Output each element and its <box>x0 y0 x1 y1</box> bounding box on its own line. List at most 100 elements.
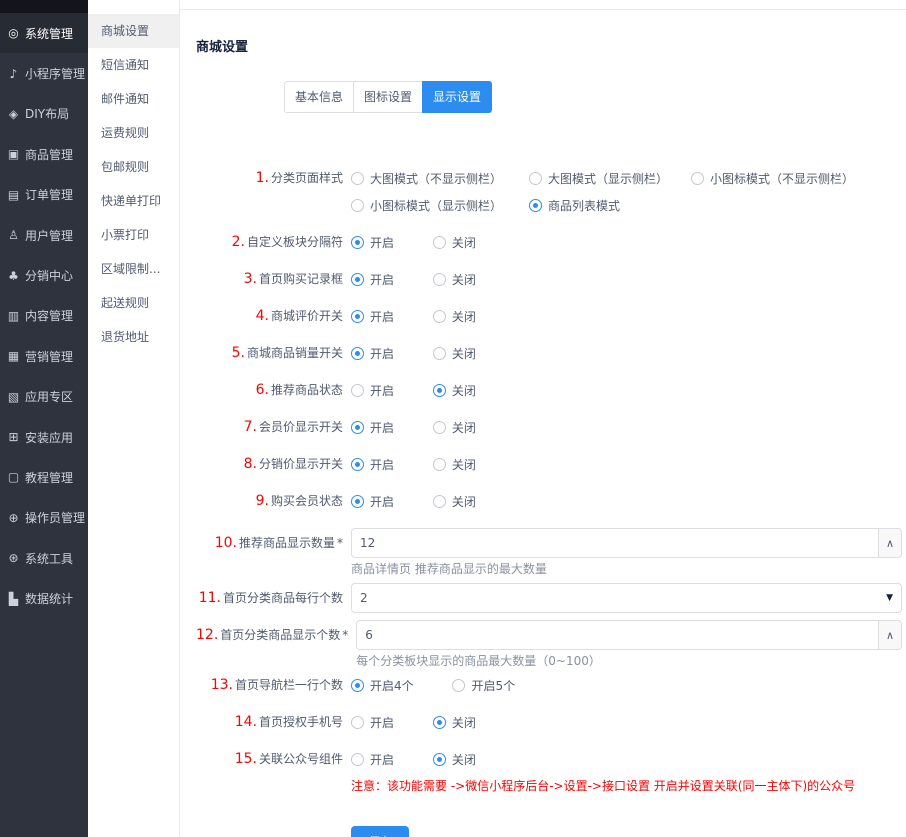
sidebar-item-install[interactable]: ⊞安装应用 <box>0 417 88 457</box>
tab-basic-info[interactable]: 基本信息 <box>284 81 354 113</box>
category-display-count-input[interactable]: 6 ∧ <box>356 620 902 650</box>
sidebar-item-tools[interactable]: ⊛系统工具 <box>0 538 88 578</box>
radio-option-off[interactable]: 关闭 <box>433 491 476 511</box>
radio-option-list-mode[interactable]: 商品列表模式 <box>529 195 691 215</box>
radio-icon <box>433 236 446 249</box>
radio-icon <box>529 172 542 185</box>
radio-option-small-no-sidebar[interactable]: 小图标模式（不显示侧栏） <box>691 168 902 188</box>
settings-icon: ◎ <box>6 26 21 40</box>
radio-option-on[interactable]: 开启 <box>351 306 394 326</box>
radio-option-off[interactable]: 关闭 <box>433 232 476 252</box>
submenu-item-freight[interactable]: 运费规则 <box>88 116 179 150</box>
radio-option-on[interactable]: 开启 <box>351 491 394 511</box>
tab-icon-settings[interactable]: 图标设置 <box>353 81 423 113</box>
sidebar-item-operator[interactable]: ⊕操作员管理 <box>0 498 88 538</box>
radio-option-big-no-sidebar[interactable]: 大图模式（不显示侧栏） <box>351 168 529 188</box>
field-label: 商城商品销量开关 <box>247 346 343 360</box>
recommend-count-input[interactable]: 12 ∧ <box>351 528 902 558</box>
radio-option-on[interactable]: 开启 <box>351 343 394 363</box>
radio-icon <box>351 199 364 212</box>
field-label: 推荐商品状态 <box>271 383 343 397</box>
operator-icon: ⊕ <box>6 511 21 525</box>
radio-option-off[interactable]: 关闭 <box>433 749 476 769</box>
row-official-account: 15.关联公众号组件 开启 关闭 注意：该功能需要 ->微信小程序后台->设置-… <box>196 749 902 795</box>
apps-icon: ▧ <box>6 390 21 404</box>
radio-option-on[interactable]: 开启 <box>351 269 394 289</box>
sidebar-item-tutorial[interactable]: ▢教程管理 <box>0 457 88 497</box>
spinner-up-icon[interactable]: ∧ <box>878 529 901 557</box>
sub-sidebar: 商城设置 短信通知 邮件通知 运费规则 包邮规则 快递单打印 小票打印 区域限制… <box>88 0 180 837</box>
annotation-number: 8. <box>244 456 257 472</box>
field-label: 购买会员状态 <box>271 494 343 508</box>
sidebar-item-miniprogram[interactable]: ♪小程序管理 <box>0 53 88 93</box>
radio-icon <box>351 679 364 692</box>
radio-option-off[interactable]: 关闭 <box>433 380 476 400</box>
radio-option-off[interactable]: 关闭 <box>433 269 476 289</box>
row-sales-switch: 5.商城商品销量开关 开启 关闭 <box>196 343 902 363</box>
radio-option-small-sidebar[interactable]: 小图标模式（显示侧栏） <box>351 195 529 215</box>
sidebar-item-content[interactable]: ▥内容管理 <box>0 296 88 336</box>
radio-option-on[interactable]: 开启 <box>351 712 394 732</box>
sidebar-item-statistics[interactable]: ▙数据统计 <box>0 578 88 618</box>
required-mark: * <box>337 536 343 550</box>
submenu-item-return-address[interactable]: 退货地址 <box>88 320 179 354</box>
row-nav-per-line: 13.首页导航栏一行个数 开启4个 开启5个 <box>196 675 902 695</box>
submenu-item-min-delivery[interactable]: 起送规则 <box>88 286 179 320</box>
sidebar-item-diy[interactable]: ◈DIY布局 <box>0 94 88 134</box>
submenu-item-shop-settings[interactable]: 商城设置 <box>88 14 179 48</box>
radio-option-on[interactable]: 开启 <box>351 380 394 400</box>
category-per-line-select[interactable]: 2 ▼ <box>351 583 902 613</box>
radio-icon <box>351 273 364 286</box>
miniprogram-icon: ♪ <box>6 67 21 81</box>
row-category-per-line: 11.首页分类商品每行个数 2 ▼ <box>196 583 902 613</box>
radio-icon <box>351 495 364 508</box>
sidebar-item-system[interactable]: ◎系统管理 <box>0 13 88 53</box>
radio-option-on[interactable]: 开启 <box>351 749 394 769</box>
radio-option-off[interactable]: 关闭 <box>433 417 476 437</box>
field-label: 分类页面样式 <box>271 171 343 185</box>
tab-display-settings[interactable]: 显示设置 <box>422 81 492 113</box>
radio-option-off[interactable]: 关闭 <box>433 306 476 326</box>
install-icon: ⊞ <box>6 430 21 444</box>
radio-option-on[interactable]: 开启 <box>351 232 394 252</box>
sidebar-item-goods[interactable]: ▣商品管理 <box>0 134 88 174</box>
sidebar-item-distribution[interactable]: ♣分销中心 <box>0 255 88 295</box>
radio-option-off[interactable]: 关闭 <box>433 454 476 474</box>
radio-icon <box>433 421 446 434</box>
radio-option-5-per-line[interactable]: 开启5个 <box>452 675 515 695</box>
radio-option-off[interactable]: 关闭 <box>433 712 476 732</box>
sidebar-item-apps[interactable]: ▧应用专区 <box>0 377 88 417</box>
row-review-switch: 4.商城评价开关 开启 关闭 <box>196 306 902 326</box>
radio-option-big-sidebar[interactable]: 大图模式（显示侧栏） <box>529 168 691 188</box>
radio-option-on[interactable]: 开启 <box>351 417 394 437</box>
sidebar-item-orders[interactable]: ▤订单管理 <box>0 175 88 215</box>
row-purchase-record: 3.首页购买记录框 开启 关闭 <box>196 269 902 289</box>
radio-icon <box>433 753 446 766</box>
annotation-number: 2. <box>232 234 245 250</box>
submenu-item-email[interactable]: 邮件通知 <box>88 82 179 116</box>
top-bar <box>180 0 906 10</box>
users-icon: ♙ <box>6 228 21 242</box>
submenu-item-region-limit[interactable]: 区域限制... <box>88 252 179 286</box>
annotation-number: 14. <box>235 714 257 730</box>
row-buy-member-status: 9.购买会员状态 开启 关闭 <box>196 491 902 511</box>
annotation-number: 3. <box>244 271 257 287</box>
sidebar-item-users[interactable]: ♙用户管理 <box>0 215 88 255</box>
field-label: 商城评价开关 <box>271 309 343 323</box>
submenu-item-receipt-print[interactable]: 小票打印 <box>88 218 179 252</box>
sidebar-item-marketing[interactable]: ▦营销管理 <box>0 336 88 376</box>
radio-option-off[interactable]: 关闭 <box>433 343 476 363</box>
submenu-item-free-shipping[interactable]: 包邮规则 <box>88 150 179 184</box>
radio-option-on[interactable]: 开启 <box>351 454 394 474</box>
radio-icon <box>351 716 364 729</box>
row-category-page-style: 1.分类页面样式 大图模式（不显示侧栏） 大图模式（显示侧栏） 小图标模式（不显… <box>196 168 902 215</box>
radio-option-4-per-line[interactable]: 开启4个 <box>351 675 414 695</box>
field-label: 自定义板块分隔符 <box>247 235 343 249</box>
submenu-item-waybill-print[interactable]: 快递单打印 <box>88 184 179 218</box>
annotation-number: 1. <box>256 170 269 186</box>
field-label: 推荐商品显示数量 <box>239 536 335 550</box>
spinner-up-icon[interactable]: ∧ <box>878 621 901 649</box>
field-label: 会员价显示开关 <box>259 420 343 434</box>
save-button[interactable]: 保存 <box>351 826 409 837</box>
submenu-item-sms[interactable]: 短信通知 <box>88 48 179 82</box>
